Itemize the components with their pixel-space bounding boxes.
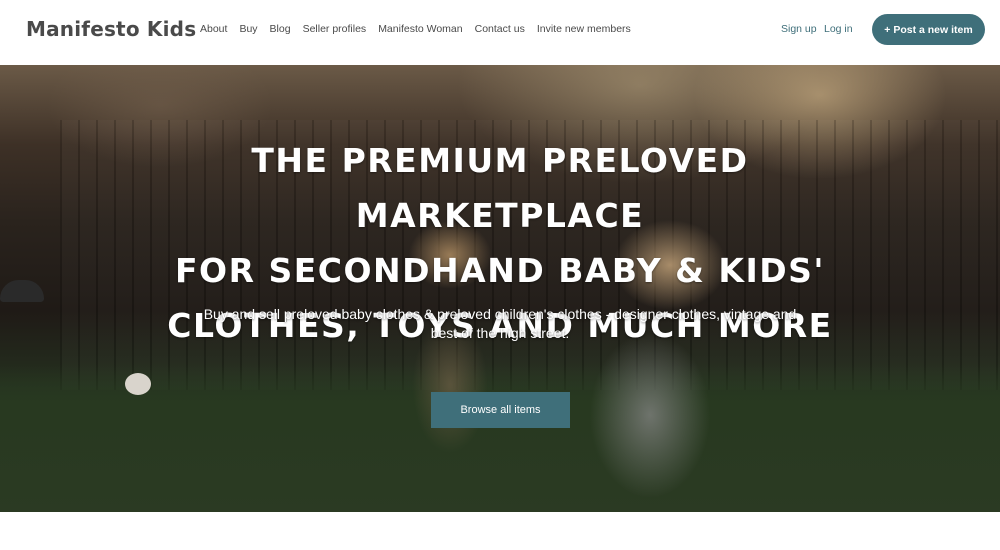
browse-all-items-button[interactable]: Browse all items [431,392,570,428]
main-nav: About Buy Blog Seller profiles Manifesto… [200,23,643,35]
hero-photo-grill [0,280,44,302]
nav-link-contact-us[interactable]: Contact us [475,23,525,35]
nav-link-manifesto-woman[interactable]: Manifesto Woman [378,23,462,35]
hero-subtext: Buy and sell preloved baby clothes & pre… [203,306,797,341]
nav-link-seller-profiles[interactable]: Seller profiles [303,23,367,35]
top-navigation-bar: Manifesto Kids About Buy Blog Seller pro… [0,0,1000,65]
nav-link-blog[interactable]: Blog [270,23,291,35]
signup-link[interactable]: Sign up [781,23,817,35]
site-logo[interactable]: Manifesto Kids [26,17,196,41]
nav-link-about[interactable]: About [200,23,227,35]
hero-photo-ball [125,373,151,395]
nav-link-buy[interactable]: Buy [239,23,257,35]
hero-headline-line: for secondhand baby & kids' [174,251,826,290]
post-new-item-button[interactable]: + Post a new item [872,14,985,45]
nav-link-invite-members[interactable]: Invite new members [537,23,631,35]
hero-headline-line: The premium preloved marketplace [251,141,749,235]
hero-banner: The premium preloved marketplace for sec… [0,65,1000,512]
login-link[interactable]: Log in [824,23,853,35]
